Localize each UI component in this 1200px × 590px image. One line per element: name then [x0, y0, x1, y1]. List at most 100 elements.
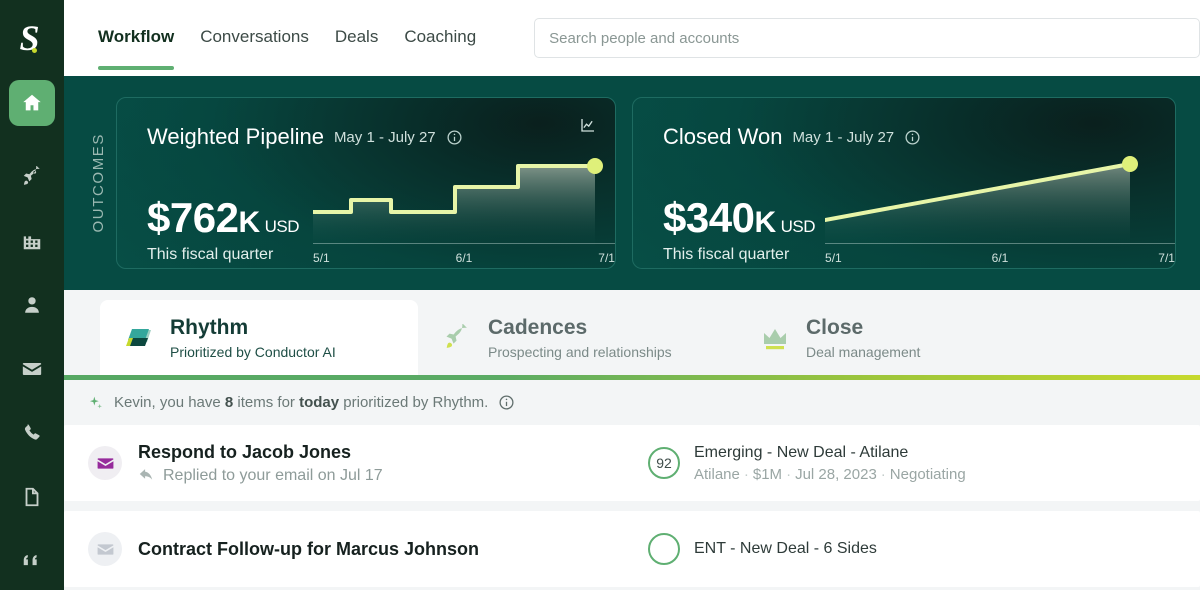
info-icon[interactable] — [498, 394, 515, 411]
tab-cadences[interactable]: Cadences Prospecting and relationships — [418, 300, 736, 378]
search-container — [534, 18, 1200, 58]
deal-info: ENT - New Deal - 6 Sides — [694, 540, 877, 558]
tick-end: 7/1 — [598, 251, 615, 265]
card-date-range: May 1 - July 27 — [333, 128, 436, 146]
sidebar-item-cadences[interactable] — [9, 154, 55, 200]
tab-close-text: Close Deal management — [806, 316, 920, 359]
search-input[interactable] — [534, 18, 1200, 58]
logo-dot — [31, 47, 37, 53]
greeting-bar: Kevin, you have 8 items for today priori… — [64, 380, 1200, 425]
card-value-unit: K — [238, 206, 260, 240]
status-badge: 92 — [648, 447, 680, 479]
card-value: $762K USD — [147, 194, 300, 242]
building-icon — [21, 230, 43, 252]
card-figures: $340K USD This fiscal quarter — [663, 196, 816, 268]
card-body: $762K USD This fiscal quarter 5/1 6/1 7/… — [117, 150, 615, 268]
card-weighted-pipeline[interactable]: Weighted Pipeline May 1 - July 27 $762K U… — [116, 97, 616, 269]
workflow-section: Rhythm Prioritized by Conductor AI Caden… — [64, 290, 1200, 590]
outcomes-label-text: OUTCOMES — [89, 133, 107, 233]
phone-icon — [21, 422, 43, 444]
sparkline-ticks: 5/1 6/1 7/1 — [825, 251, 1175, 265]
task-deal: ENT - New Deal - 6 Sides — [648, 533, 877, 565]
card-date-range: May 1 - July 27 — [792, 128, 895, 146]
tab-workflow[interactable]: Workflow — [98, 0, 175, 76]
tab-conversations[interactable]: Conversations — [200, 0, 309, 76]
table-row[interactable]: Contract Follow-up for Marcus Johnson EN… — [64, 511, 1200, 587]
deal-meta: Atilane · $1M · Jul 28, 2023 · Negotiating — [694, 465, 966, 483]
greeting-middle: items for — [233, 394, 300, 411]
sidebar: S — [0, 0, 64, 590]
sidebar-item-calls[interactable] — [9, 410, 55, 456]
deal-name: ENT - New Deal - 6 Sides — [694, 540, 877, 557]
card-figures: $762K USD This fiscal quarter — [147, 194, 300, 268]
card-value-number: $762 — [147, 194, 239, 242]
greeting-text: Kevin, you have 8 items for today priori… — [114, 394, 488, 411]
card-value-unit: K — [754, 206, 776, 240]
tabs-underline — [64, 375, 1200, 380]
task-title: Respond to Jacob Jones — [138, 441, 352, 462]
sidebar-item-accounts[interactable] — [9, 218, 55, 264]
sidebar-item-email[interactable] — [9, 346, 55, 392]
tab-coaching[interactable]: Coaching — [404, 0, 476, 76]
document-icon — [21, 486, 43, 508]
sidebar-item-conversations[interactable] — [9, 538, 55, 584]
sidebar-item-documents[interactable] — [9, 474, 55, 520]
envelope-icon — [88, 446, 122, 480]
tick-mid: 6/1 — [991, 251, 1009, 265]
tab-rhythm[interactable]: Rhythm Prioritized by Conductor AI — [100, 300, 418, 378]
sparkline-svg — [313, 158, 604, 246]
crown-icon — [758, 321, 792, 355]
deal-amount: $1M — [752, 465, 783, 483]
top-nav-tabs: Workflow Conversations Deals Coaching — [64, 0, 476, 76]
task-text: Contract Follow-up for Marcus Johnson — [138, 539, 479, 560]
line-chart-icon[interactable] — [579, 116, 597, 139]
task-deal: 92 Emerging - New Deal - Atilane Atilane… — [648, 444, 966, 483]
sparkline-svg — [825, 156, 1139, 246]
sparkline-ticks: 5/1 6/1 7/1 — [313, 251, 615, 265]
card-header: Weighted Pipeline May 1 - July 27 — [117, 98, 615, 150]
tab-cadences-subtitle: Prospecting and relationships — [488, 343, 672, 360]
deal-account: Atilane — [694, 465, 740, 483]
task-title: Contract Follow-up for Marcus Johnson — [138, 538, 479, 559]
envelope-icon — [88, 532, 122, 566]
card-body: $340K USD This fiscal quarter 5/1 6/1 7/… — [633, 150, 1175, 268]
outcomes-banner: OUTCOMES Weighted Pipeline May 1 - July … — [64, 76, 1200, 290]
quote-icon — [20, 550, 44, 572]
rhythm-ribbon-icon — [122, 321, 156, 355]
home-icon — [21, 92, 43, 114]
task-activity: Replied to your email on Jul 17 — [138, 467, 383, 485]
tab-deals[interactable]: Deals — [335, 0, 378, 76]
greeting-suffix: prioritized by Rhythm. — [339, 394, 489, 411]
sparkline-weighted-pipeline: 5/1 6/1 7/1 — [313, 150, 615, 268]
task-primary: Contract Follow-up for Marcus Johnson — [88, 532, 648, 566]
envelope-icon — [21, 358, 43, 380]
card-value-currency: USD — [780, 217, 816, 237]
card-closed-won[interactable]: Closed Won May 1 - July 27 $340K USD This… — [632, 97, 1176, 269]
info-icon[interactable] — [904, 129, 921, 146]
tab-close-label: Close — [806, 316, 864, 340]
card-value: $340K USD — [663, 196, 816, 241]
app-logo[interactable]: S — [0, 0, 64, 76]
reply-arrow-icon — [138, 467, 155, 484]
workstream-tabs: Rhythm Prioritized by Conductor AI Caden… — [64, 290, 1200, 380]
deal-close-date: Jul 28, 2023 — [795, 465, 877, 483]
tick-start: 5/1 — [825, 251, 842, 265]
tick-start: 5/1 — [313, 251, 330, 265]
tick-end: 7/1 — [1158, 251, 1175, 265]
deal-stage: Negotiating — [889, 465, 966, 483]
sidebar-item-people[interactable] — [9, 282, 55, 328]
tab-cadences-text: Cadences Prospecting and relationships — [488, 316, 672, 359]
sparkline-axis — [825, 243, 1175, 244]
info-icon[interactable] — [446, 129, 463, 146]
rocket-icon — [21, 166, 43, 188]
person-icon — [21, 294, 43, 316]
sparkline-closed-won: 5/1 6/1 7/1 — [825, 150, 1175, 268]
card-subtitle: This fiscal quarter — [663, 246, 790, 263]
sidebar-item-home[interactable] — [9, 80, 55, 126]
table-row[interactable]: Respond to Jacob Jones Replied to your e… — [64, 425, 1200, 501]
app-root: S Workflow Conversations Deals Coaching … — [0, 0, 1200, 590]
tab-rhythm-label: Rhythm — [170, 316, 249, 340]
tab-cadences-label: Cadences — [488, 316, 588, 340]
tab-close[interactable]: Close Deal management — [736, 300, 1054, 378]
outcomes-section-label: OUTCOMES — [80, 98, 116, 268]
